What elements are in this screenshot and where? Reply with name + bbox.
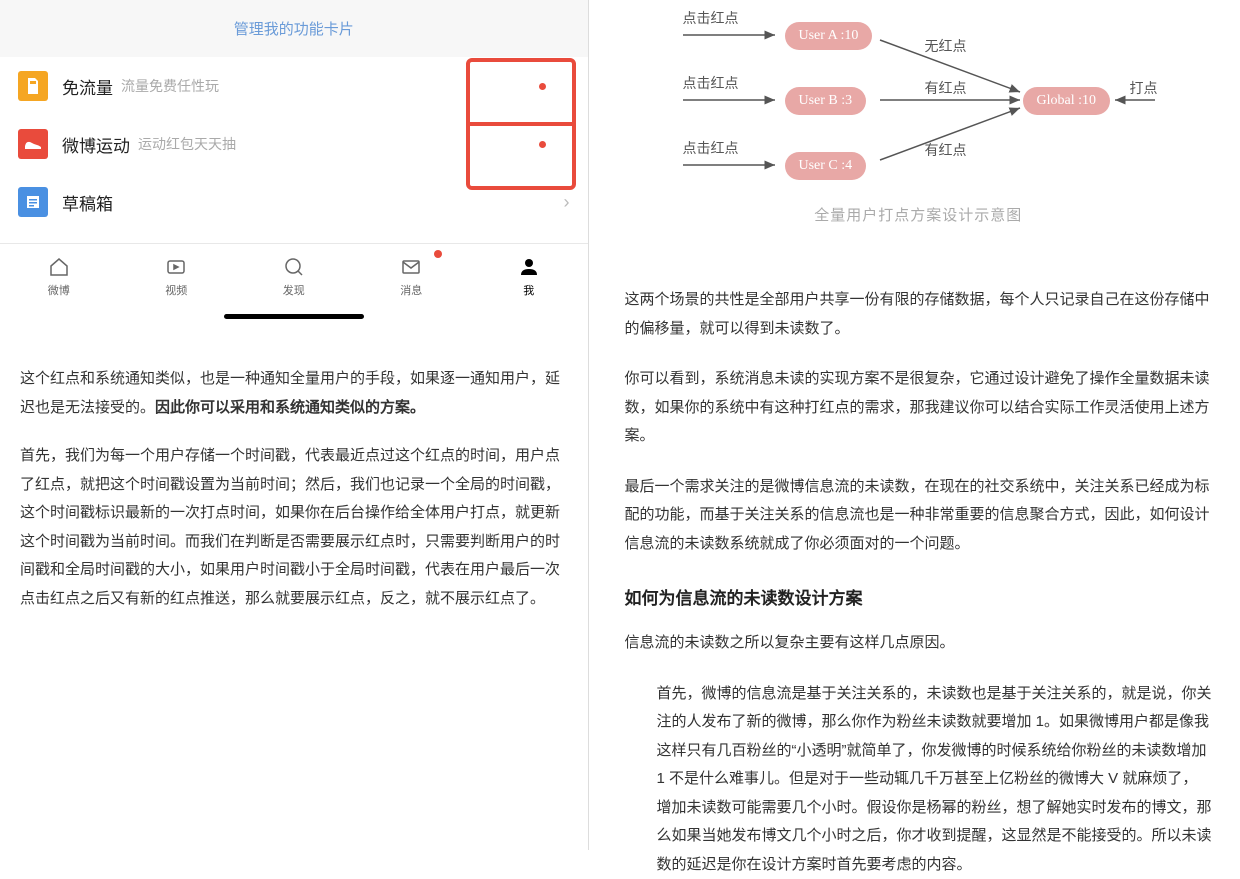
paragraph: 最后一个需求关注的是微博信息流的未读数，在现在的社交系统中，关注关系已经成为标配…: [625, 473, 1213, 559]
diagram-label: 有红点: [925, 78, 967, 98]
tab-discover[interactable]: 发现: [235, 244, 353, 308]
section-heading: 如何为信息流的未读数设计方案: [625, 584, 1213, 609]
paragraph: 这两个场景的共性是全部用户共享一份有限的存储数据，每个人只记录自己在这份存储中的…: [625, 286, 1213, 343]
home-icon: [0, 254, 118, 280]
red-dot-badge: [434, 250, 442, 258]
search-icon: [235, 254, 353, 280]
diagram-node-user-c: User C :4: [785, 152, 867, 180]
item-subtitle: 流量免费任性玩: [121, 76, 219, 96]
diagram-label: 无红点: [925, 36, 967, 56]
shoe-icon: [18, 129, 48, 159]
diagram-node-user-b: User B :3: [785, 87, 867, 115]
sim-card-icon: [18, 71, 48, 101]
phone-card-header[interactable]: 管理我的功能卡片: [0, 0, 588, 57]
paragraph: 信息流的未读数之所以复杂主要有这样几点原因。: [625, 629, 1213, 658]
tab-weibo[interactable]: 微博: [0, 244, 118, 308]
tab-video[interactable]: 视频: [118, 244, 236, 308]
drafts-icon: [18, 187, 48, 217]
diagram-label: 点击红点: [683, 73, 739, 93]
item-title: 微博运动: [62, 132, 130, 157]
diagram-node-user-a: User A :10: [785, 22, 873, 50]
tab-label: 我: [470, 282, 588, 298]
diagram-node-global: Global :10: [1023, 87, 1111, 115]
item-title: 草稿箱: [62, 190, 113, 215]
tab-label: 消息: [353, 282, 471, 298]
diagram-label: 点击红点: [683, 8, 739, 28]
tab-label: 发现: [235, 282, 353, 298]
tab-messages[interactable]: 消息: [353, 244, 471, 308]
video-icon: [118, 254, 236, 280]
diagram-label: 打点: [1130, 78, 1158, 98]
paragraph: 这个红点和系统通知类似，也是一种通知全量用户的手段，如果逐一通知用户，延迟也是无…: [20, 365, 568, 422]
chevron-right-icon: ›: [564, 192, 570, 213]
home-indicator: [224, 314, 364, 319]
diagram-caption: 全量用户打点方案设计示意图: [625, 204, 1213, 225]
person-icon: [470, 254, 588, 280]
paragraph: 首先，我们为每一个用户存储一个时间戳，代表最近点过这个红点的时间，用户点了红点，…: [20, 442, 568, 613]
tab-me[interactable]: 我: [470, 244, 588, 308]
bottom-tab-bar: 微博 视频 发现 消息 我: [0, 243, 588, 308]
diagram: 点击红点 点击红点 点击红点 User A :10 User B :3 User…: [625, 0, 1213, 240]
diagram-label: 点击红点: [683, 138, 739, 158]
tab-label: 视频: [118, 282, 236, 298]
diagram-label: 有红点: [925, 140, 967, 160]
envelope-icon: [353, 254, 471, 280]
paragraph: 你可以看到，系统消息未读的实现方案不是很复杂，它通过设计避免了操作全量数据未读数…: [625, 365, 1213, 451]
item-subtitle: 运动红包天天抽: [138, 134, 236, 154]
paragraph: 首先，微博的信息流是基于关注关系的，未读数也是基于关注关系的，就是说，你关注的人…: [625, 680, 1213, 879]
annotation-highlight: [466, 122, 576, 126]
tab-label: 微博: [0, 282, 118, 298]
item-title: 免流量: [62, 74, 113, 99]
